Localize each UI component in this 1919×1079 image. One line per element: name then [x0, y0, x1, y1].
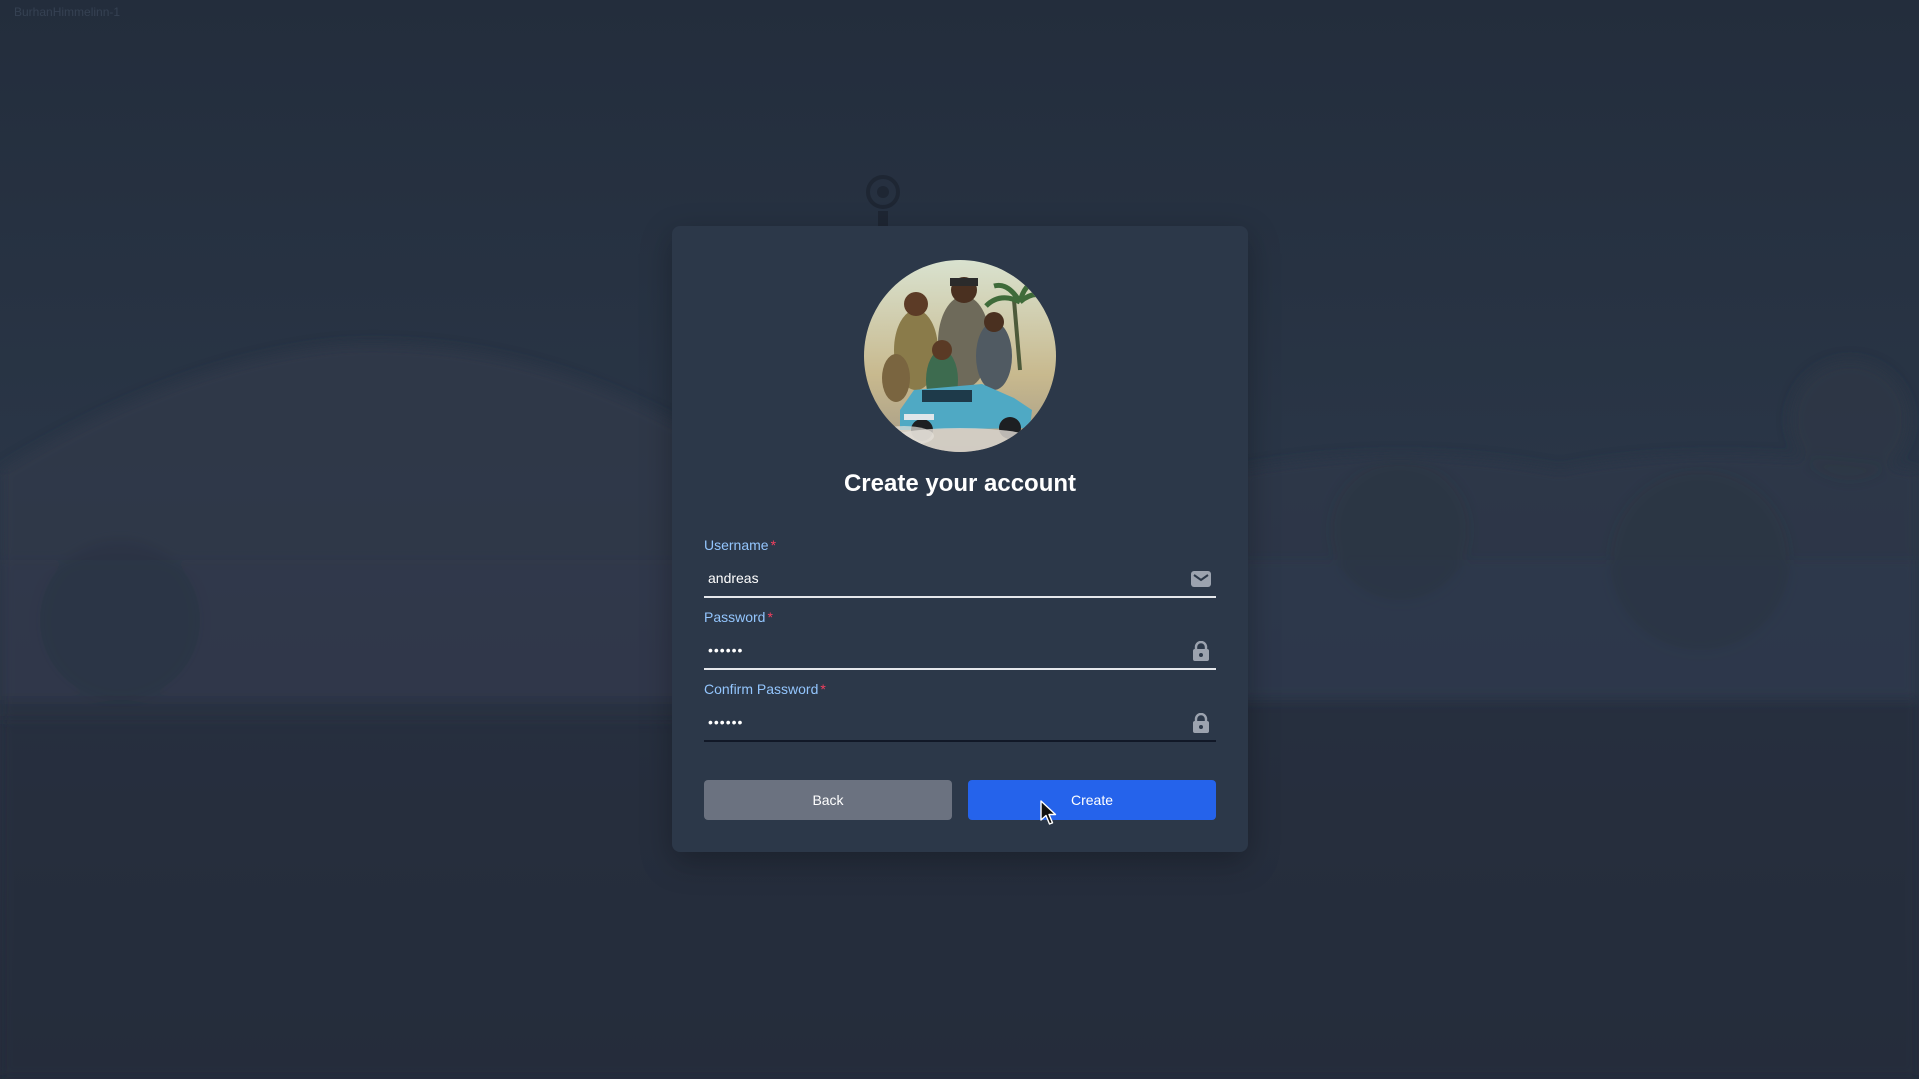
- required-mark: *: [770, 537, 777, 553]
- username-label-text: Username: [704, 537, 769, 553]
- password-field-group: Password *: [704, 608, 1216, 670]
- confirm-password-label: Confirm Password *: [704, 680, 1216, 698]
- password-input[interactable]: [704, 635, 1178, 665]
- page-title: Create your account: [843, 470, 1077, 497]
- lock-icon: [1193, 713, 1209, 733]
- confirm-password-input[interactable]: [704, 707, 1178, 737]
- password-input-wrap: [704, 635, 1216, 670]
- password-label-text: Password: [704, 609, 766, 625]
- username-field-group: Username *: [704, 536, 1216, 598]
- avatar: [864, 260, 1056, 452]
- confirm-password-field-group: Confirm Password *: [704, 680, 1216, 742]
- username-input[interactable]: [704, 563, 1178, 593]
- app-logo-icon: [866, 175, 900, 229]
- confirm-password-label-text: Confirm Password: [704, 681, 819, 697]
- required-mark: *: [820, 681, 826, 697]
- signup-card: Create your account Username* Password*: [672, 226, 1248, 852]
- corner-text: BurhanHimmelinn-1: [14, 5, 121, 19]
- avatar-artwork: [864, 260, 1056, 452]
- confirm-password-input-wrap: [704, 707, 1216, 742]
- lock-icon: [1193, 641, 1209, 661]
- envelope-icon: [1191, 571, 1211, 587]
- username-label: Username *: [704, 536, 1216, 554]
- back-button[interactable]: Back: [704, 780, 952, 820]
- password-label: Password *: [704, 608, 1216, 626]
- create-button[interactable]: Create: [968, 780, 1216, 820]
- username-input-wrap: [704, 563, 1216, 598]
- required-mark: *: [767, 609, 773, 625]
